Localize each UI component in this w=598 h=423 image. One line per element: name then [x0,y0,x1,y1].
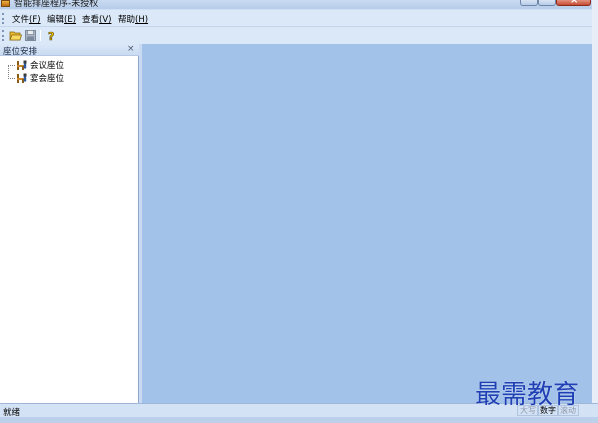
app-window: 智能排座程序-未授权 文件(F) 编辑(E) 查看(V) 帮助(H) [0,0,598,423]
menu-help[interactable]: 帮助(H) [118,13,148,25]
title-bar[interactable]: 智能排座程序-未授权 [0,0,598,9]
window-title: 智能排座程序-未授权 [14,0,99,9]
mdi-workspace[interactable] [142,44,598,403]
tree-item-label: 宴会座位 [30,74,65,84]
help-icon: ? [48,30,55,44]
watermark-text: 最需教育 [475,380,580,410]
window-frame-bottom [0,417,598,423]
save-button[interactable] [24,29,37,42]
pane-close-button[interactable]: × [127,44,135,54]
open-button[interactable] [9,29,23,42]
toolbar-grip-handle[interactable] [2,30,4,41]
open-folder-icon [9,31,23,41]
toolbar: ? [0,27,598,44]
minimize-button[interactable] [520,0,538,6]
chair-icon [17,60,27,70]
toolbar-separator [40,30,41,41]
tree-item-label: 会议座位 [30,61,65,71]
menu-file[interactable]: 文件(F) [12,13,41,25]
tree-connector [8,78,15,79]
tree-connector [8,65,15,66]
seat-tree: 会议座位 宴会座位 [0,57,139,403]
help-button[interactable]: ? [45,29,58,44]
maximize-button[interactable] [538,0,556,6]
menu-bar: 文件(F) 编辑(E) 查看(V) 帮助(H) [0,10,598,27]
close-button[interactable] [556,0,591,6]
pane-header: 座位安排 × [0,44,139,57]
menu-edit[interactable]: 编辑(E) [47,13,76,25]
menu-view[interactable]: 查看(V) [82,13,111,25]
menu-grip-handle[interactable] [2,13,4,24]
app-icon [1,0,10,7]
window-frame-edge [592,0,598,423]
save-disk-icon [25,30,36,41]
svg-text:?: ? [48,30,54,42]
chair-icon [17,73,27,83]
pane-title: 座位安排 [3,47,38,57]
seat-arrangement-pane: 座位安排 × 会议座位 宴会座位 [0,44,139,403]
